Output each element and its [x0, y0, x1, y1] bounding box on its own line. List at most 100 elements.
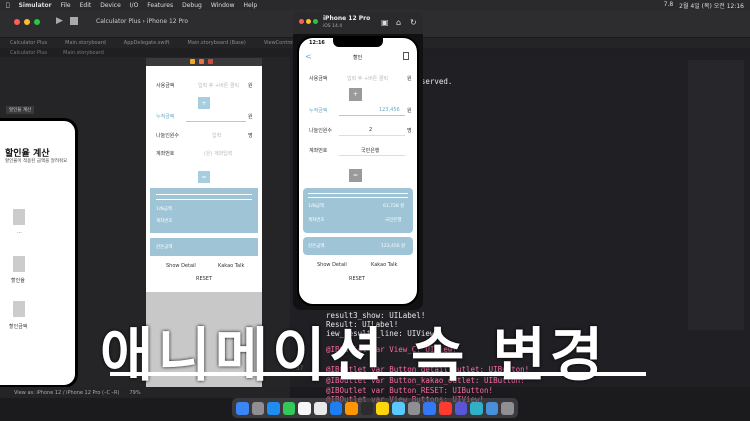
calculator-icon[interactable] [403, 52, 409, 60]
status-area: 7.8 2월 4일 (목) 오전 12:16 [664, 1, 744, 10]
app-icon[interactable] [470, 401, 483, 415]
menu-edit[interactable]: Edit [80, 2, 92, 9]
zoom-level[interactable]: 79% [130, 390, 141, 396]
app-icon[interactable] [345, 401, 358, 415]
sim-input-account[interactable]: 국민은행 [361, 147, 379, 154]
app-icon[interactable] [454, 401, 468, 415]
close-dot-icon[interactable] [14, 19, 20, 25]
zoom-dot-icon[interactable] [313, 19, 318, 24]
simulator-icon[interactable] [423, 401, 436, 415]
sb-input-people[interactable]: 입력 [212, 132, 221, 139]
apple-icon[interactable]:  [6, 2, 10, 9]
sim-account-line [339, 155, 405, 156]
settings-icon[interactable] [407, 401, 421, 415]
sb-plus-button[interactable]: + [198, 97, 210, 109]
back-icon[interactable]: < [305, 52, 312, 61]
status-time: 12:16 [309, 40, 325, 46]
close-dot-icon[interactable] [299, 19, 304, 24]
sb-reset-button[interactable]: RESET [196, 276, 212, 282]
breadcrumb-project[interactable]: Calculator Plus [10, 50, 47, 56]
menu-features[interactable]: Features [147, 2, 173, 9]
sim-change-label: 잔돈금액 [308, 244, 325, 249]
sb-total-line [186, 121, 246, 122]
launchpad-icon[interactable] [251, 401, 265, 415]
tab-project[interactable]: Calculator Plus [10, 40, 47, 46]
sb-change-label: 잔돈금액 [156, 245, 173, 250]
minimize-dot-icon[interactable] [306, 19, 311, 24]
simulator-titlebar[interactable]: iPhone 12 Pro iOS 14.4 ▣ ⌂ ↻ [293, 12, 423, 34]
zoom-dot-icon[interactable] [34, 19, 40, 25]
tab-storyboard-base[interactable]: Main.storyboard (Base) [188, 40, 246, 46]
notch [333, 38, 383, 47]
sb-unit-total: 원 [248, 114, 253, 120]
calendar-icon[interactable] [298, 401, 312, 415]
breadcrumb-storyboard[interactable]: Main.storyboard [63, 50, 104, 56]
simulator-window[interactable]: iPhone 12 Pro iOS 14.4 ▣ ⌂ ↻ 12:16 < 할인 … [293, 12, 423, 310]
sim-plus-button[interactable]: + [349, 88, 362, 101]
sb-panel-row1: 1/N금액 [156, 207, 173, 212]
folder-icon[interactable] [485, 401, 499, 415]
finder-icon[interactable] [236, 401, 249, 415]
run-icon[interactable]: ▶ [56, 16, 63, 26]
nav-title: 할인 [353, 55, 363, 61]
sim-input-people[interactable]: 2 [369, 127, 372, 133]
sim-input-amount[interactable]: 입력 후 +버튼 클릭 [347, 75, 388, 82]
photos-icon[interactable] [314, 401, 327, 415]
sim-change-value: 123,456 원 [381, 244, 406, 249]
minimap[interactable] [688, 60, 744, 330]
sb-panel-line [156, 199, 252, 200]
simulator-screen[interactable]: 12:16 < 할인 사용금액 입력 후 +버튼 클릭 원 + 누적금액 123… [297, 36, 419, 306]
sim-panel-line [308, 193, 408, 194]
sim-result-panel: 1/N금액 61,728 원 계좌번호 국민은행 [303, 188, 413, 233]
menu-device[interactable]: Device [100, 2, 121, 9]
scheme-selector[interactable]: Calculator Plus › iPhone 12 Pro [96, 18, 188, 25]
stop-icon[interactable] [70, 17, 78, 25]
exit-icon [208, 59, 213, 64]
messages-icon[interactable] [282, 401, 296, 415]
storyboard-scene-left[interactable]: 할인율 계산 할인율이 적용된 금액을 알려줘요 ... 할인율 할인금액 [0, 118, 78, 388]
first-responder-icon [199, 59, 204, 64]
sb-equals-button[interactable]: = [198, 171, 210, 183]
menu-debug[interactable]: Debug [182, 2, 202, 9]
sb-show-detail-button[interactable]: Show Detail [166, 263, 196, 269]
screenshot-icon[interactable]: ▣ [381, 18, 389, 27]
sb-unit-people: 명 [248, 133, 253, 139]
kakaotalk-icon[interactable] [376, 401, 390, 415]
menu-simulator[interactable]: Simulator [19, 2, 52, 9]
sim-reset-button[interactable]: RESET [349, 276, 365, 282]
sim-label-account: 계좌번호 [309, 148, 328, 154]
sim-change-panel: 잔돈금액 123,456 원 [303, 237, 413, 255]
receipt-icon [13, 209, 25, 225]
menu-io[interactable]: I/O [130, 2, 139, 9]
menu-window[interactable]: Window [211, 2, 235, 9]
terminal-icon[interactable] [360, 401, 374, 415]
sim-account-label: 계좌번호 [308, 218, 325, 223]
sim-kakao-button[interactable]: Kakao Talk [371, 262, 397, 268]
sim-label-amount: 사용금액 [309, 76, 328, 82]
trash-icon[interactable] [501, 401, 514, 415]
rotate-icon[interactable]: ↻ [410, 18, 417, 27]
sim-device-title: iPhone 12 Pro [323, 15, 371, 22]
tab-appdelegate[interactable]: AppDelegate.swift [124, 40, 170, 46]
music-icon[interactable] [438, 401, 452, 415]
sim-per-person-label: 1/N금액 [308, 204, 325, 209]
sb-input-amount[interactable]: 입력 후 +버튼 클릭 [198, 82, 239, 89]
safari-icon[interactable] [267, 401, 280, 415]
sb-kakao-button[interactable]: Kakao Talk [218, 263, 244, 269]
home-icon[interactable]: ⌂ [396, 18, 401, 27]
menu-file[interactable]: File [61, 2, 71, 9]
minimize-dot-icon[interactable] [24, 19, 30, 25]
sb-input-account[interactable]: (은) 계좌입력 [204, 150, 233, 157]
scene-left-header[interactable]: 할인율 계산 [6, 106, 35, 114]
view-as-button[interactable]: View as: iPhone 12 / iPhone 12 Pro (–C –… [14, 390, 120, 396]
clock[interactable]: 2월 4일 (목) 오전 12:16 [679, 1, 744, 10]
appstore-icon[interactable] [392, 401, 405, 415]
sim-equals-button[interactable]: = [349, 169, 362, 182]
scene-header-bar[interactable] [146, 58, 262, 66]
menu-help[interactable]: Help [244, 2, 258, 9]
sim-value-total: 123,456 [379, 107, 400, 113]
sim-show-detail-button[interactable]: Show Detail [317, 262, 347, 268]
tab-main-storyboard[interactable]: Main.storyboard [65, 40, 106, 46]
xcode-icon[interactable] [329, 401, 343, 415]
sim-per-person-value: 61,728 원 [383, 204, 405, 209]
